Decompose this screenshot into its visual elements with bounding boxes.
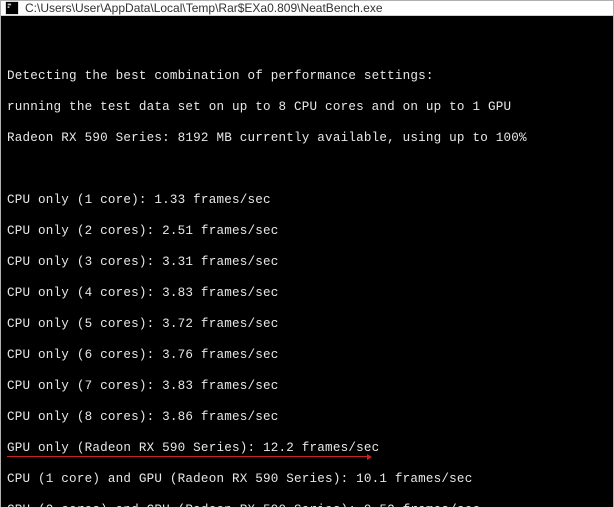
intro-line: Radeon RX 590 Series: 8192 MB currently … [7,131,607,147]
console-output[interactable]: Detecting the best combination of perfor… [1,16,613,507]
cpu-only-line: CPU only (2 cores): 2.51 frames/sec [7,224,607,240]
cpu-only-line: CPU only (1 core): 1.33 frames/sec [7,193,607,209]
highlight-arrow-icon [367,454,372,460]
gpu-only-line: GPU only (Radeon RX 590 Series): 12.2 fr… [7,441,607,457]
cpu-only-line: CPU only (5 cores): 3.72 frames/sec [7,317,607,333]
app-window: C:\Users\User\AppData\Local\Temp\Rar$EXa… [0,0,614,507]
cpu-gpu-line: CPU (1 core) and GPU (Radeon RX 590 Seri… [7,472,607,488]
highlight-underline [7,456,367,457]
cpu-only-line: CPU only (3 cores): 3.31 frames/sec [7,255,607,271]
intro-line: Detecting the best combination of perfor… [7,69,607,85]
cpu-only-line: CPU only (4 cores): 3.83 frames/sec [7,286,607,302]
intro-line: running the test data set on up to 8 CPU… [7,100,607,116]
titlebar[interactable]: C:\Users\User\AppData\Local\Temp\Rar$EXa… [1,1,613,16]
cpu-only-line: CPU only (8 cores): 3.86 frames/sec [7,410,607,426]
cpu-gpu-line: CPU (2 cores) and GPU (Radeon RX 590 Ser… [7,503,607,507]
cpu-only-line: CPU only (6 cores): 3.76 frames/sec [7,348,607,364]
window-title: C:\Users\User\AppData\Local\Temp\Rar$EXa… [25,1,383,15]
app-icon [5,1,19,15]
cpu-only-line: CPU only (7 cores): 3.83 frames/sec [7,379,607,395]
